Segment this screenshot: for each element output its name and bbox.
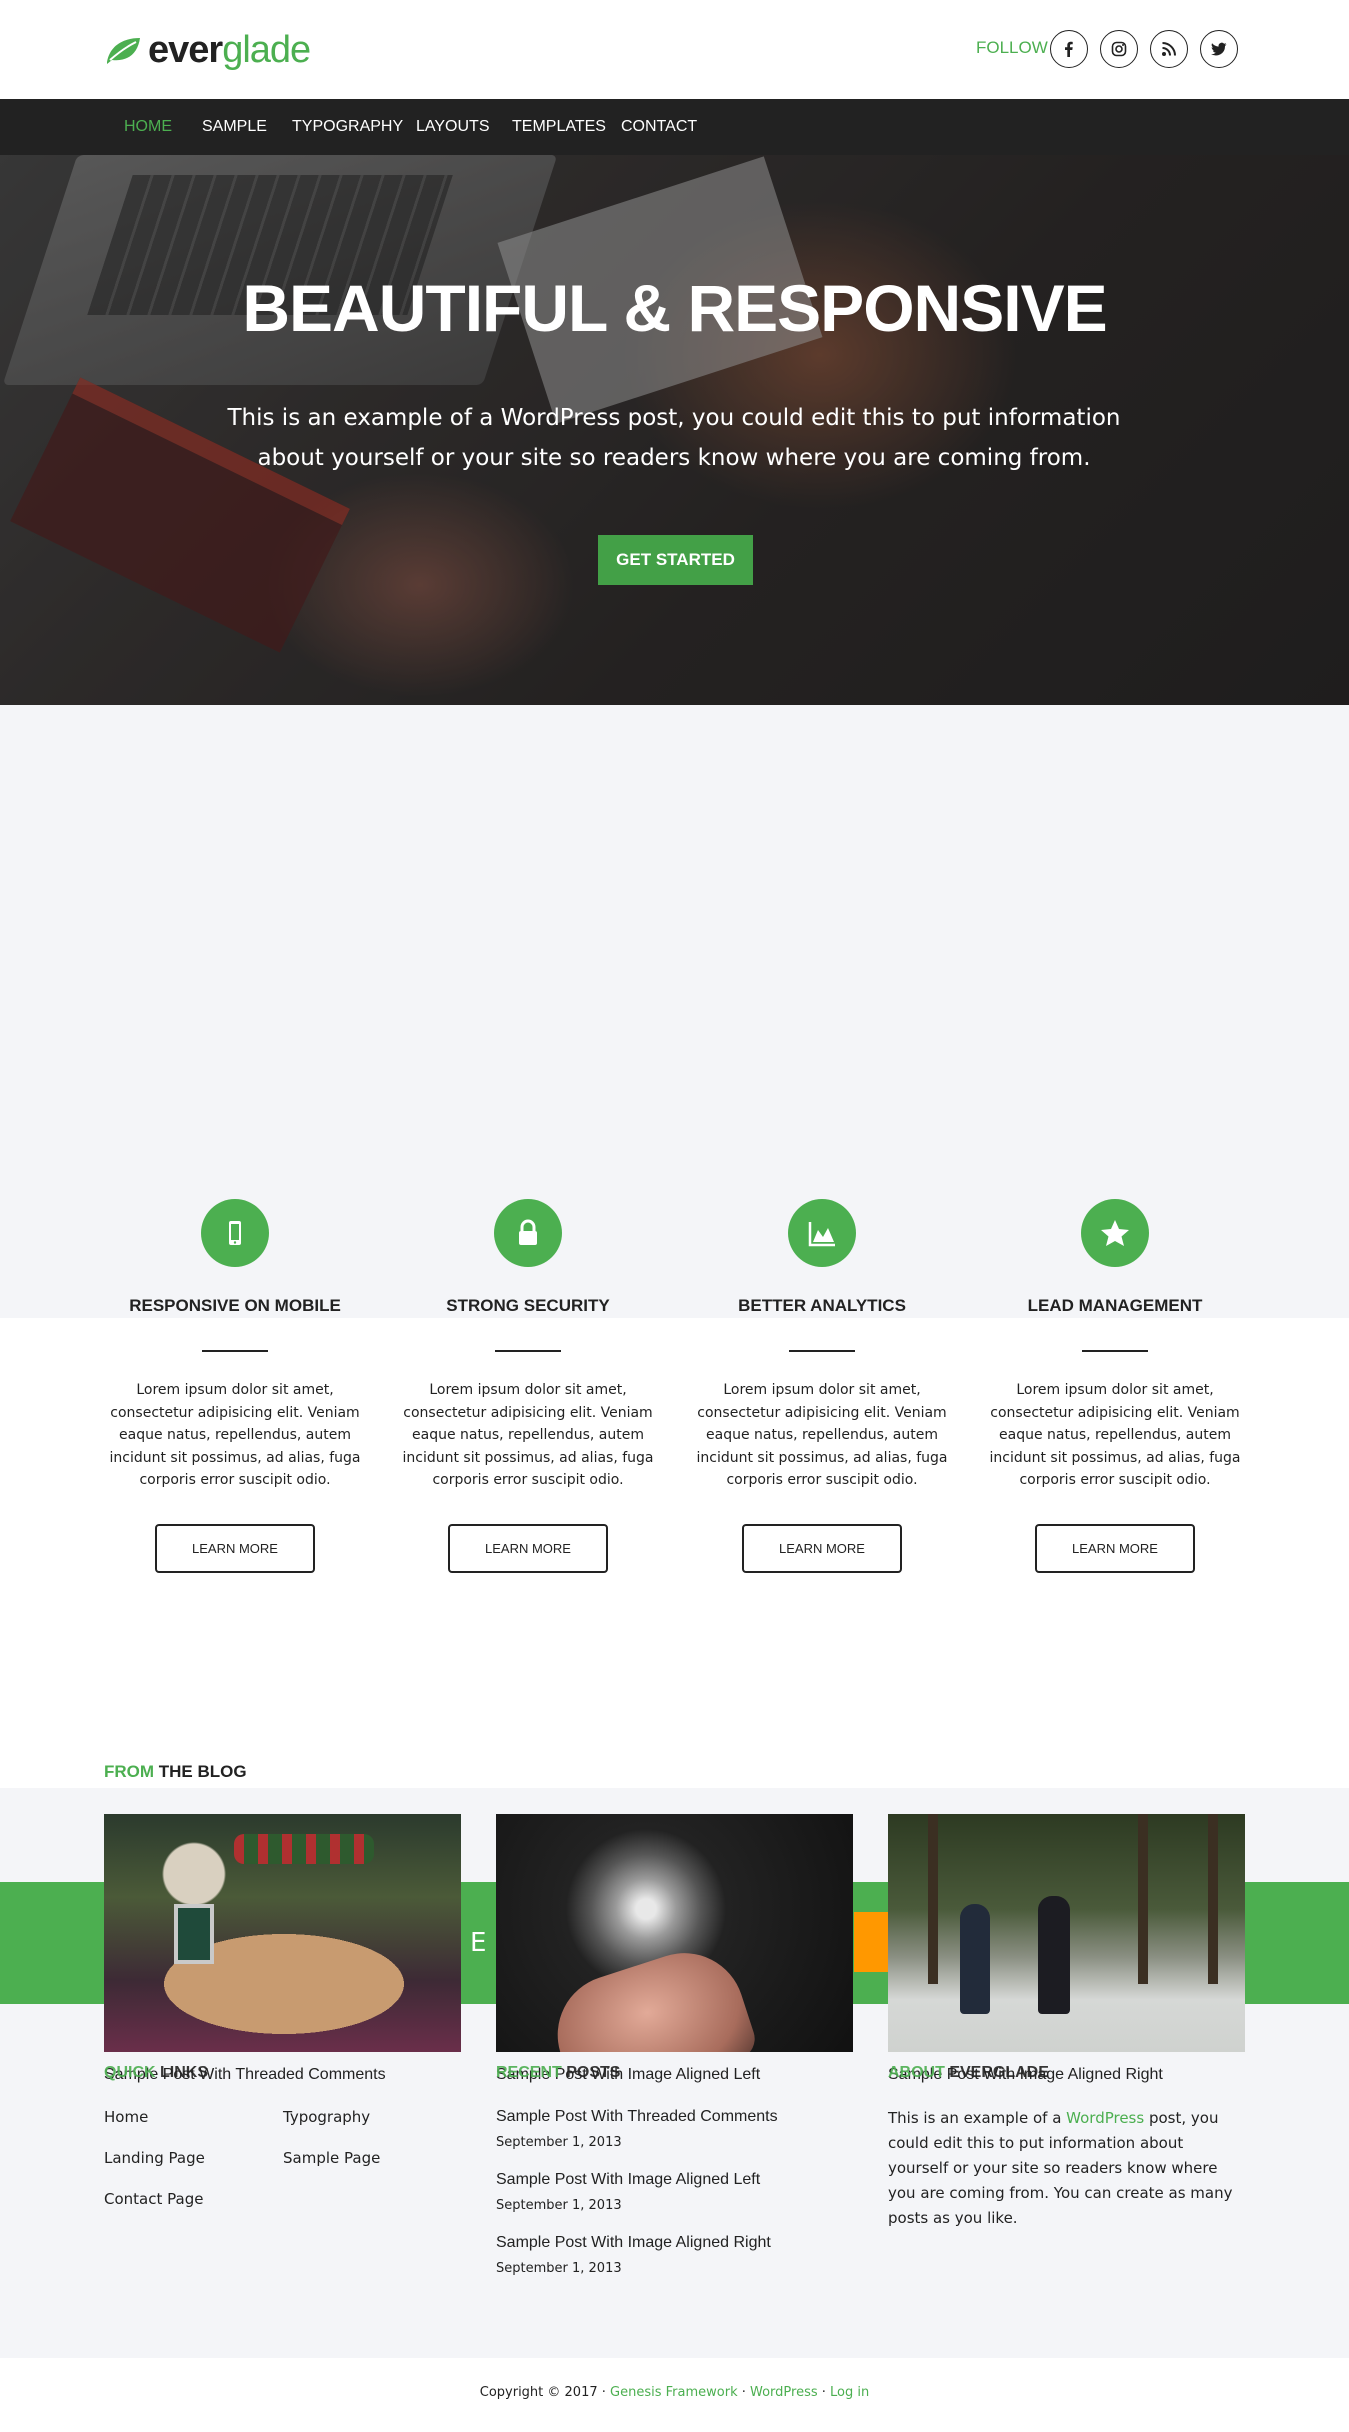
about-text-start: This is an example of a bbox=[888, 2109, 1067, 2127]
feature-title: STRONG SECURITY bbox=[446, 1296, 610, 1315]
tree-decoration bbox=[1138, 1814, 1148, 1984]
feature-text: Lorem ipsum dolor sit amet, consectetur … bbox=[402, 1382, 654, 1488]
facebook-icon bbox=[1065, 41, 1073, 57]
logo-text-ever: ever bbox=[148, 28, 223, 71]
feature-divider bbox=[1082, 1350, 1148, 1352]
separator: · bbox=[737, 2385, 750, 2400]
wordpress-footer-link[interactable]: WordPress bbox=[750, 2385, 818, 2400]
feature-divider bbox=[789, 1350, 855, 1352]
recent-post-date: September 1, 2013 bbox=[496, 2135, 622, 2150]
hand-decoration bbox=[542, 1937, 760, 2052]
quick-link-sample-page[interactable]: Sample Page bbox=[283, 2149, 380, 2167]
recent-post-link[interactable]: Sample Post With Threaded Comments bbox=[496, 2108, 778, 2126]
leaf-icon bbox=[107, 38, 140, 64]
feature-icon-circle-lock bbox=[494, 1199, 562, 1267]
quick-links-title: QUICK LINKS bbox=[104, 2064, 208, 2082]
person-decoration bbox=[960, 1904, 990, 2014]
copyright-line: Copyright © 2017 · Genesis Framework · W… bbox=[0, 2385, 1349, 2400]
recent-posts-title-accent: RECENT bbox=[496, 2064, 562, 2081]
blog-heading: FROM THE BLOG bbox=[104, 1762, 247, 1782]
feature-icon-circle-mobile bbox=[201, 1199, 269, 1267]
nav-item-templates[interactable]: TEMPLATES bbox=[512, 99, 606, 155]
area-chart-icon bbox=[808, 1222, 835, 1247]
star-icon bbox=[1101, 1220, 1129, 1246]
banner-orange-button[interactable] bbox=[854, 1912, 888, 1972]
learn-more-button[interactable]: LEARN MORE bbox=[1035, 1524, 1195, 1573]
blog-post-image-dandelion[interactable] bbox=[496, 1814, 853, 2052]
quick-link-typography[interactable]: Typography bbox=[283, 2108, 370, 2126]
nav-item-sample[interactable]: SAMPLE bbox=[202, 99, 267, 155]
wordpress-link[interactable]: WordPress bbox=[1066, 2109, 1144, 2127]
log-in-link[interactable]: Log in bbox=[830, 2385, 869, 2400]
tree-decoration bbox=[1208, 1814, 1218, 1984]
person-decoration bbox=[1038, 1896, 1070, 2014]
facebook-link[interactable] bbox=[1050, 30, 1088, 68]
genesis-framework-link[interactable]: Genesis Framework bbox=[610, 2385, 738, 2400]
about-title-text: EVERGLADE bbox=[944, 2064, 1049, 2081]
nav-item-typography[interactable]: TYPOGRAPHY bbox=[292, 99, 403, 155]
feature-icon-circle-star bbox=[1081, 1199, 1149, 1267]
logo-text-glade: glade bbox=[222, 28, 311, 71]
feature-title: RESPONSIVE ON MOBILE bbox=[129, 1296, 341, 1315]
feature-text: Lorem ipsum dolor sit amet, consectetur … bbox=[696, 1382, 948, 1488]
instagram-icon bbox=[1111, 41, 1127, 57]
hero-title: BEAUTIFUL & RESPONSIVE bbox=[242, 271, 1107, 345]
tree-decoration bbox=[928, 1814, 938, 1984]
feature-divider bbox=[495, 1350, 561, 1352]
about-title-accent: ABOUT bbox=[888, 2064, 945, 2081]
blog-heading-accent: FROM bbox=[104, 1762, 155, 1781]
quick-link-contact-page[interactable]: Contact Page bbox=[104, 2190, 203, 2208]
about-title: ABOUT EVERGLADE bbox=[888, 2064, 1049, 2082]
nav-item-home[interactable]: HOME bbox=[124, 99, 172, 155]
hero-text: This is an example of a WordPress post, … bbox=[227, 405, 1121, 471]
recent-post-link[interactable]: Sample Post With Image Aligned Right bbox=[496, 2234, 771, 2252]
blog-post-image-cafe[interactable] bbox=[104, 1814, 461, 2052]
lock-icon bbox=[519, 1219, 537, 1245]
feature-text: Lorem ipsum dolor sit amet, consectetur … bbox=[109, 1382, 361, 1488]
recent-posts-title-text: POSTS bbox=[561, 2064, 621, 2081]
copyright-text: Copyright © 2017 · bbox=[479, 2385, 611, 2400]
twitter-link[interactable] bbox=[1200, 30, 1238, 68]
recent-post-date: September 1, 2013 bbox=[496, 2198, 622, 2213]
flowers-decoration bbox=[234, 1834, 374, 1864]
chalkboard-decoration bbox=[174, 1904, 214, 1964]
quick-links-title-accent: QUICK bbox=[104, 2064, 156, 2081]
rss-link[interactable] bbox=[1150, 30, 1188, 68]
about-text: This is an example of a WordPress post, … bbox=[888, 2106, 1244, 2231]
learn-more-button[interactable]: LEARN MORE bbox=[448, 1524, 608, 1573]
recent-posts-title: RECENT POSTS bbox=[496, 2064, 620, 2082]
nav-item-layouts[interactable]: LAYOUTS bbox=[416, 99, 490, 155]
feature-icon-circle-analytics bbox=[788, 1199, 856, 1267]
recent-post-date: September 1, 2013 bbox=[496, 2261, 622, 2276]
twitter-icon bbox=[1211, 42, 1227, 56]
quick-links-title-text: LINKS bbox=[155, 2064, 209, 2081]
feature-divider bbox=[202, 1350, 268, 1352]
nav-item-contact[interactable]: CONTACT bbox=[621, 99, 697, 155]
quick-link-landing-page[interactable]: Landing Page bbox=[104, 2149, 205, 2167]
recent-post-link[interactable]: Sample Post With Image Aligned Left bbox=[496, 2171, 760, 2189]
learn-more-button[interactable]: LEARN MORE bbox=[155, 1524, 315, 1573]
blog-heading-text: THE BLOG bbox=[154, 1762, 247, 1781]
blog-post-image-snow-walk[interactable] bbox=[888, 1814, 1245, 2052]
feature-title: BETTER ANALYTICS bbox=[738, 1296, 906, 1315]
mobile-icon bbox=[229, 1221, 241, 1245]
separator: · bbox=[817, 2385, 831, 2400]
learn-more-button[interactable]: LEARN MORE bbox=[742, 1524, 902, 1573]
instagram-link[interactable] bbox=[1100, 30, 1138, 68]
site-logo[interactable]: ever glade bbox=[104, 28, 311, 71]
feature-text: Lorem ipsum dolor sit amet, consectetur … bbox=[989, 1382, 1241, 1488]
rss-icon bbox=[1162, 42, 1176, 56]
feature-title: LEAD MANAGEMENT bbox=[1027, 1296, 1203, 1315]
get-started-button[interactable]: GET STARTED bbox=[598, 535, 753, 585]
quick-link-home[interactable]: Home bbox=[104, 2108, 148, 2126]
